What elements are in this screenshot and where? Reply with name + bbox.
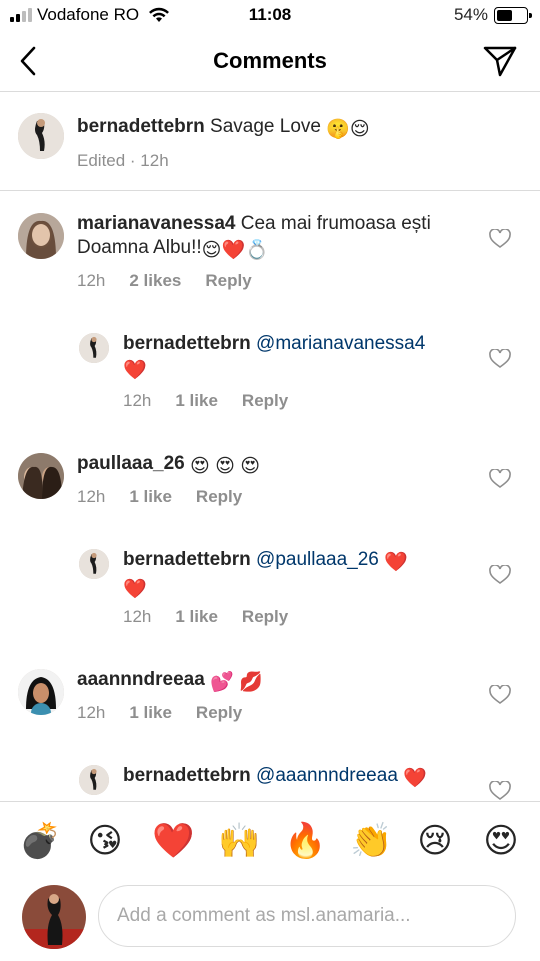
comment-emojis: 😍 😍 😍 [190,456,261,477]
comment-username[interactable]: paullaaa_26 [77,453,185,474]
comment-emojis: 💕 💋 [210,672,263,693]
comment-likes[interactable]: 1 like [175,607,218,627]
comment-time: 12h [77,703,106,722]
comment-text: aaannndreeaa 💕 💋 [77,668,263,695]
comment-username[interactable]: aaannndreeaa [77,669,205,690]
heart-outline-icon [489,228,511,248]
comment-username[interactable]: bernadettebrn [123,765,251,786]
comment-emojis: 😌❤️💍 [201,240,269,261]
comment-likes[interactable]: 1 like [129,703,172,723]
like-button[interactable] [489,228,511,249]
heart-outline-icon [489,780,511,800]
avatar[interactable] [18,213,64,259]
reply-text: bernadettebrn @paullaaa_26 ❤️ ❤️ [123,548,408,602]
emoji-bar: 💣 😘 ❤️ 🙌 🔥 👏 😢 😍 [0,801,540,879]
reply-button[interactable]: Reply [196,703,242,723]
status-right: 54% [453,5,532,25]
heart-outline-icon [489,468,511,488]
comment-meta: 12h 2 likes Reply [77,271,252,291]
post-caption: bernadettebrn Savage Love 🤫😌 Edited · 12… [0,93,540,191]
page-title: Comments [213,48,327,73]
emoji-cry-button[interactable]: 😢 [416,822,454,860]
status-bar: Vodafone RO 11:08 54% [0,0,540,32]
avatar[interactable] [18,113,64,159]
like-button[interactable] [489,468,511,489]
comment-emojis: ❤️ [123,360,147,381]
reply-button[interactable]: Reply [205,271,251,291]
avatar[interactable] [79,549,109,579]
like-button[interactable] [489,564,511,585]
caption-body: Savage Love [210,116,321,137]
caption-meta: Edited · 12h [77,151,169,171]
comment-input[interactable] [98,885,516,947]
comment-meta: 12h 1 like Reply [123,391,288,411]
emoji-fire-button[interactable]: 🔥 [284,822,326,860]
reply-button[interactable]: Reply [242,607,288,627]
caption-edited-time: Edited · 12h [77,151,169,170]
emoji-bomb-button[interactable]: 💣 [19,822,61,860]
avatar[interactable] [79,765,109,795]
like-button[interactable] [489,780,511,801]
battery-fill [497,9,513,21]
reply-text: bernadettebrn @marianavanessa4 ❤️ [123,332,425,383]
mention-link[interactable]: @aaannndreeaa [256,765,398,786]
heart-outline-icon [489,348,511,368]
share-button[interactable] [482,44,518,78]
comment-time: 12h [77,487,106,506]
emoji-clap-button[interactable]: 👏 [350,822,392,860]
like-button[interactable] [489,684,511,705]
emoji-kiss-button[interactable]: 😘 [86,822,124,860]
comment-time: 12h [123,391,152,410]
comment-time: 12h [123,607,152,626]
comment-text: paullaaa_26 😍 😍 😍 [77,452,260,479]
battery-percent: 54% [453,5,488,24]
comment-likes[interactable]: 2 likes [129,271,181,291]
comment-body: Cea mai frumoasa ești [240,213,431,234]
caption-emojis: 🤫😌 [326,119,370,140]
comment-emojis: ❤️ [123,579,147,600]
caption-text: bernadettebrn Savage Love 🤫😌 [77,115,370,142]
battery-icon [494,6,532,24]
comment-emojis: ❤️ [403,768,427,789]
comment-username[interactable]: marianavanessa4 [77,213,235,234]
emoji-heart-eyes-button[interactable]: 😍 [482,822,520,860]
heart-outline-icon [489,564,511,584]
comment-composer [0,879,540,961]
comment-inline-emoji: ❤️ [384,552,408,573]
comment-meta: 12h 1 like Reply [123,607,288,627]
comment-body-cont: Doamna Albu!! [77,237,202,258]
heart-outline-icon [489,684,511,704]
paper-plane-icon [483,46,517,77]
comment-time: 12h [77,271,106,290]
mention-link[interactable]: @paullaaa_26 [256,549,379,570]
avatar[interactable] [79,333,109,363]
reply-button[interactable]: Reply [242,391,288,411]
comment-meta: 12h 1 like Reply [77,703,242,723]
emoji-heart-button[interactable]: ❤️ [152,822,194,860]
comment-likes[interactable]: 1 like [129,487,172,507]
comment-meta: 12h 1 like Reply [77,487,242,507]
avatar[interactable] [18,669,64,715]
comment-likes[interactable]: 1 like [175,391,218,411]
my-avatar [22,885,86,949]
reply-text: bernadettebrn @aaannndreeaa ❤️ [123,764,427,791]
avatar[interactable] [18,453,64,499]
comment-username[interactable]: bernadettebrn [123,549,251,570]
caption-username[interactable]: bernadettebrn [77,116,205,137]
like-button[interactable] [489,348,511,369]
mention-link[interactable]: @marianavanessa4 [256,333,425,354]
comment-username[interactable]: bernadettebrn [123,333,251,354]
emoji-raised-hands-button[interactable]: 🙌 [218,822,260,860]
reply-button[interactable]: Reply [196,487,242,507]
comment-text: marianavanessa4 Cea mai frumoasa ești Do… [77,212,431,263]
header: Comments [0,32,540,92]
